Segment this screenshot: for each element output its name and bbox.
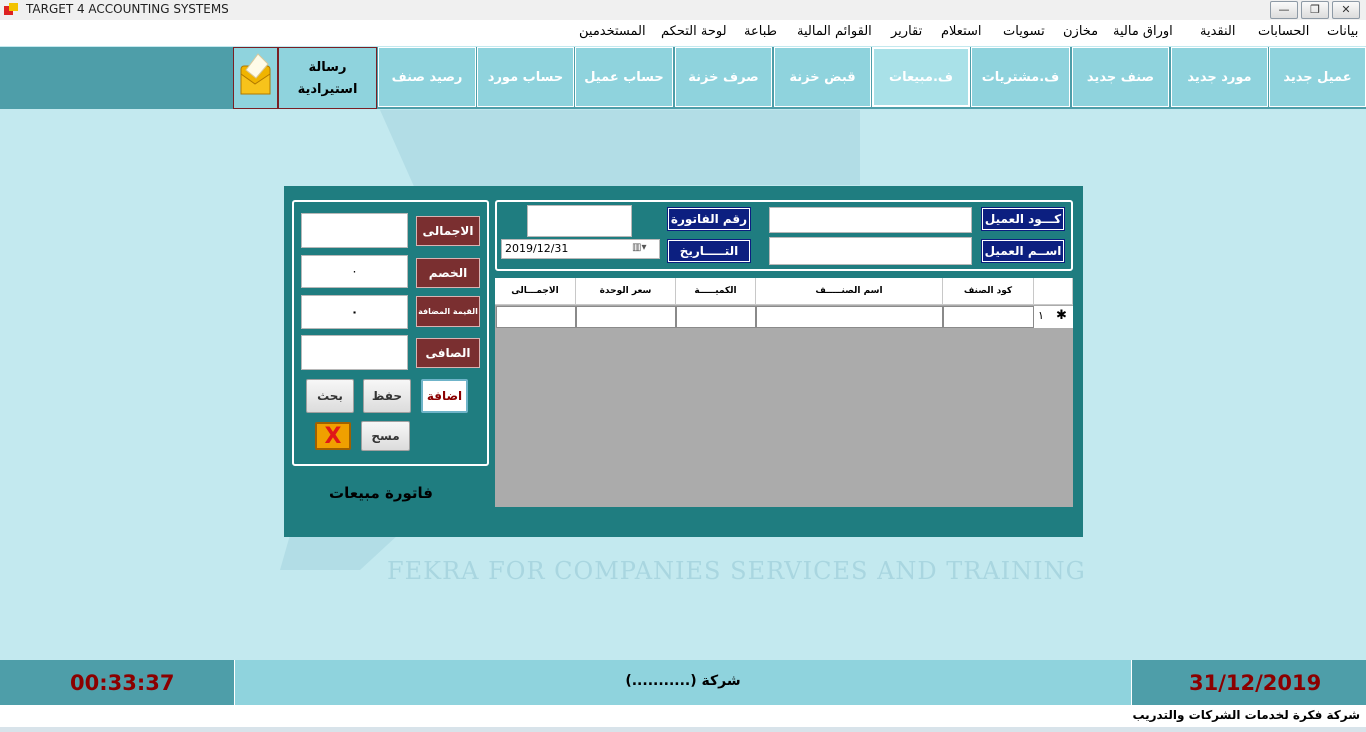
vat-label[interactable]: القيمة المضافة: [416, 296, 480, 327]
column-header-item-name[interactable]: اسم الصنـــــف: [756, 278, 943, 305]
customer-account-button[interactable]: حساب عميل: [575, 47, 673, 107]
customer-name-input[interactable]: [769, 237, 972, 265]
add-button[interactable]: اضافة: [421, 379, 468, 413]
close-form-button[interactable]: X: [315, 422, 351, 450]
menu-data[interactable]: بيانات: [1327, 24, 1358, 39]
row-header-corner: [1034, 278, 1073, 305]
sales-invoice-button[interactable]: ف.مبيعات: [872, 47, 970, 107]
total-cell[interactable]: [496, 306, 576, 328]
date-picker[interactable]: 2019/12/31 ▥▾: [501, 239, 660, 259]
column-header-unit-price[interactable]: سعر الوحدة: [576, 278, 676, 305]
import-message-button[interactable]: رسالة استيرادية: [278, 47, 377, 109]
title-bar: TARGET 4 ACCOUNTING SYSTEMS — ❐ ✕: [0, 0, 1366, 21]
discount-input[interactable]: ٠: [301, 255, 408, 288]
date-value: 2019/12/31: [505, 242, 569, 255]
customer-code-label[interactable]: كـــود العميل: [981, 207, 1065, 231]
date-label[interactable]: التـــــاريخ: [667, 239, 751, 263]
new-row-header[interactable]: ١ ✱: [1034, 306, 1073, 328]
calendar-dropdown-icon[interactable]: ▥▾: [632, 242, 646, 253]
menu-adjustments[interactable]: تسويات: [1003, 24, 1045, 39]
vat-input[interactable]: ٠: [301, 295, 408, 329]
row-number: ١: [1038, 309, 1044, 322]
total-input[interactable]: [301, 213, 408, 248]
minimize-button[interactable]: —: [1270, 1, 1298, 19]
search-button[interactable]: بحث: [306, 379, 354, 413]
menu-cash[interactable]: النقدية: [1200, 24, 1235, 39]
menu-stores[interactable]: مخازن: [1063, 24, 1098, 39]
toolbar: عميل جديد مورد جديد صنف جديد ف.مشتريات ف…: [0, 47, 1366, 109]
menu-securities[interactable]: اوراق مالية: [1113, 24, 1173, 39]
new-customer-button[interactable]: عميل جديد: [1269, 47, 1366, 107]
menu-accounts[interactable]: الحسابات: [1258, 24, 1309, 39]
column-header-total[interactable]: الاجمـــالى: [495, 278, 576, 305]
customer-code-input[interactable]: [769, 207, 972, 233]
envelope-icon: [240, 53, 271, 95]
clock: 00:33:37: [70, 671, 175, 695]
menu-inquiry[interactable]: استعلام: [941, 24, 982, 39]
menu-print[interactable]: طباعة: [744, 24, 777, 39]
window-title: TARGET 4 ACCOUNTING SYSTEMS: [26, 2, 229, 16]
import-message-line2: استيرادية: [297, 82, 358, 97]
new-item-button[interactable]: صنف جديد: [1072, 47, 1169, 107]
invoice-items-grid: الاجمـــالى سعر الوحدة الكميـــــة اسم ا…: [495, 278, 1073, 507]
save-button[interactable]: حفظ: [363, 379, 411, 413]
watermark-text: FEKRA FOR COMPANIES SERVICES AND TRAININ…: [387, 557, 1086, 585]
new-row-asterisk-icon: ✱: [1056, 308, 1067, 323]
app-icon: [4, 3, 18, 15]
item-name-cell[interactable]: [756, 306, 943, 328]
net-label[interactable]: الصافى: [416, 338, 480, 368]
invoice-number-label[interactable]: رقم الفاتورة: [667, 207, 751, 231]
unit-price-cell[interactable]: [576, 306, 676, 328]
close-window-button[interactable]: ✕: [1332, 1, 1360, 19]
supplier-account-button[interactable]: حساب مورد: [477, 47, 574, 107]
mail-button[interactable]: [233, 47, 278, 109]
purchase-invoice-button[interactable]: ف.مشتريات: [971, 47, 1070, 107]
cash-payment-button[interactable]: صرف خزنة: [675, 47, 772, 107]
menu-users[interactable]: المستخدمين: [579, 24, 646, 39]
invoice-number-input[interactable]: [527, 205, 632, 237]
column-header-quantity[interactable]: الكميـــــة: [676, 278, 756, 305]
clear-button[interactable]: مسح: [361, 421, 410, 451]
item-code-cell[interactable]: [943, 306, 1034, 328]
menu-reports[interactable]: تقارير: [891, 24, 922, 39]
net-input[interactable]: [301, 335, 408, 370]
total-label[interactable]: الاجمالى: [416, 216, 480, 246]
menu-bar: بيانات الحسابات النقدية اوراق مالية مخاز…: [0, 20, 1366, 46]
company-name: (...........) شركة: [625, 673, 741, 689]
column-header-item-code[interactable]: كود الصنف: [943, 278, 1034, 305]
customer-name-label[interactable]: اســم العميل: [981, 239, 1065, 263]
form-title: فاتورة مبيعات: [329, 484, 433, 502]
quantity-cell[interactable]: [676, 306, 756, 328]
cash-receipt-button[interactable]: قبض خزنة: [774, 47, 871, 107]
footer-company-text: شركة فكرة لخدمات الشركات والتدريب: [1132, 708, 1360, 722]
item-balance-button[interactable]: رصيد صنف: [378, 47, 476, 107]
new-supplier-button[interactable]: مورد جديد: [1171, 47, 1268, 107]
import-message-line1: رسالة: [308, 60, 347, 75]
restore-button[interactable]: ❐: [1301, 1, 1329, 19]
menu-financial-statements[interactable]: القوائم المالية: [797, 24, 872, 39]
taskbar: [0, 727, 1366, 732]
discount-label[interactable]: الخصم: [416, 258, 480, 288]
current-date: 31/12/2019: [1189, 671, 1322, 695]
menu-control-panel[interactable]: لوحة التحكم: [661, 24, 727, 39]
